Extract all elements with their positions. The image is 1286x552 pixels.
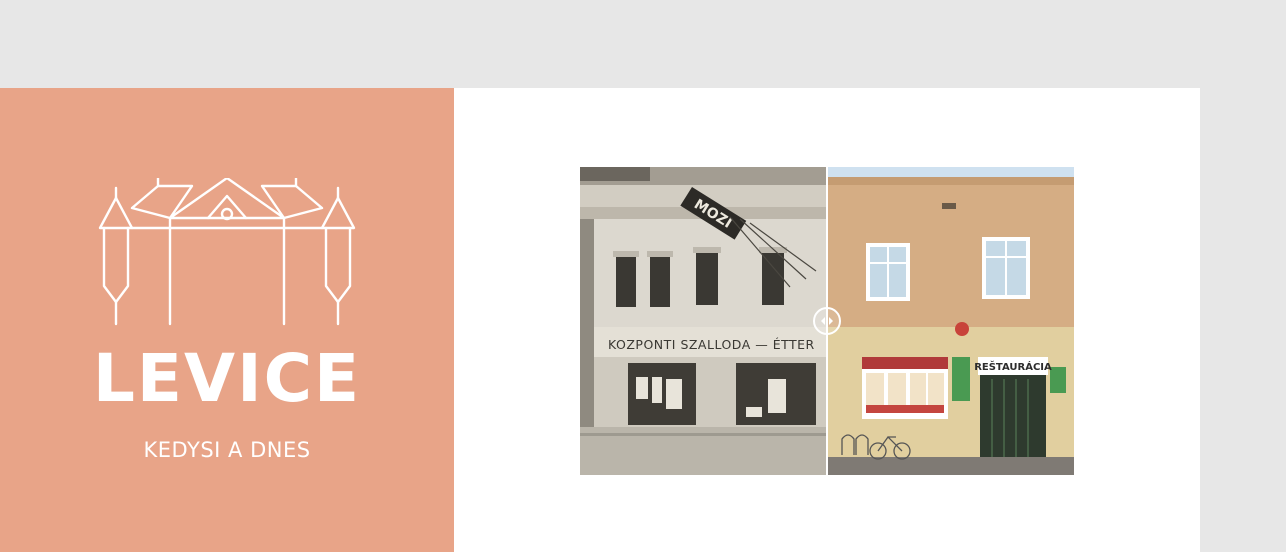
- site-title: LEVICE: [92, 340, 362, 417]
- brand-panel: LEVICE KEDYSI A DNES: [0, 88, 454, 552]
- page: LEVICE KEDYSI A DNES MOZI KOZPONTI SZALL…: [0, 0, 1286, 552]
- castle-outline-icon: [98, 178, 356, 326]
- comparison-canvas: MOZI KOZPONTI SZALLODA — ÉTTER REŠTAURÁC…: [580, 167, 1074, 475]
- site-subtitle: KEDYSI A DNES: [143, 438, 311, 462]
- before-after-comparison[interactable]: MOZI KOZPONTI SZALLODA — ÉTTER REŠTAURÁC…: [580, 167, 1074, 475]
- facade-sign: KOZPONTI SZALLODA — ÉTTER: [608, 337, 815, 352]
- restaurant-sign: REŠTAURÁCIA: [974, 360, 1052, 373]
- drag-handle-icon[interactable]: [813, 307, 841, 335]
- content-panel: MOZI KOZPONTI SZALLODA — ÉTTER REŠTAURÁC…: [454, 88, 1200, 552]
- after-photo: REŠTAURÁCIA: [827, 167, 1074, 475]
- before-photo: MOZI KOZPONTI SZALLODA — ÉTTER: [580, 167, 827, 475]
